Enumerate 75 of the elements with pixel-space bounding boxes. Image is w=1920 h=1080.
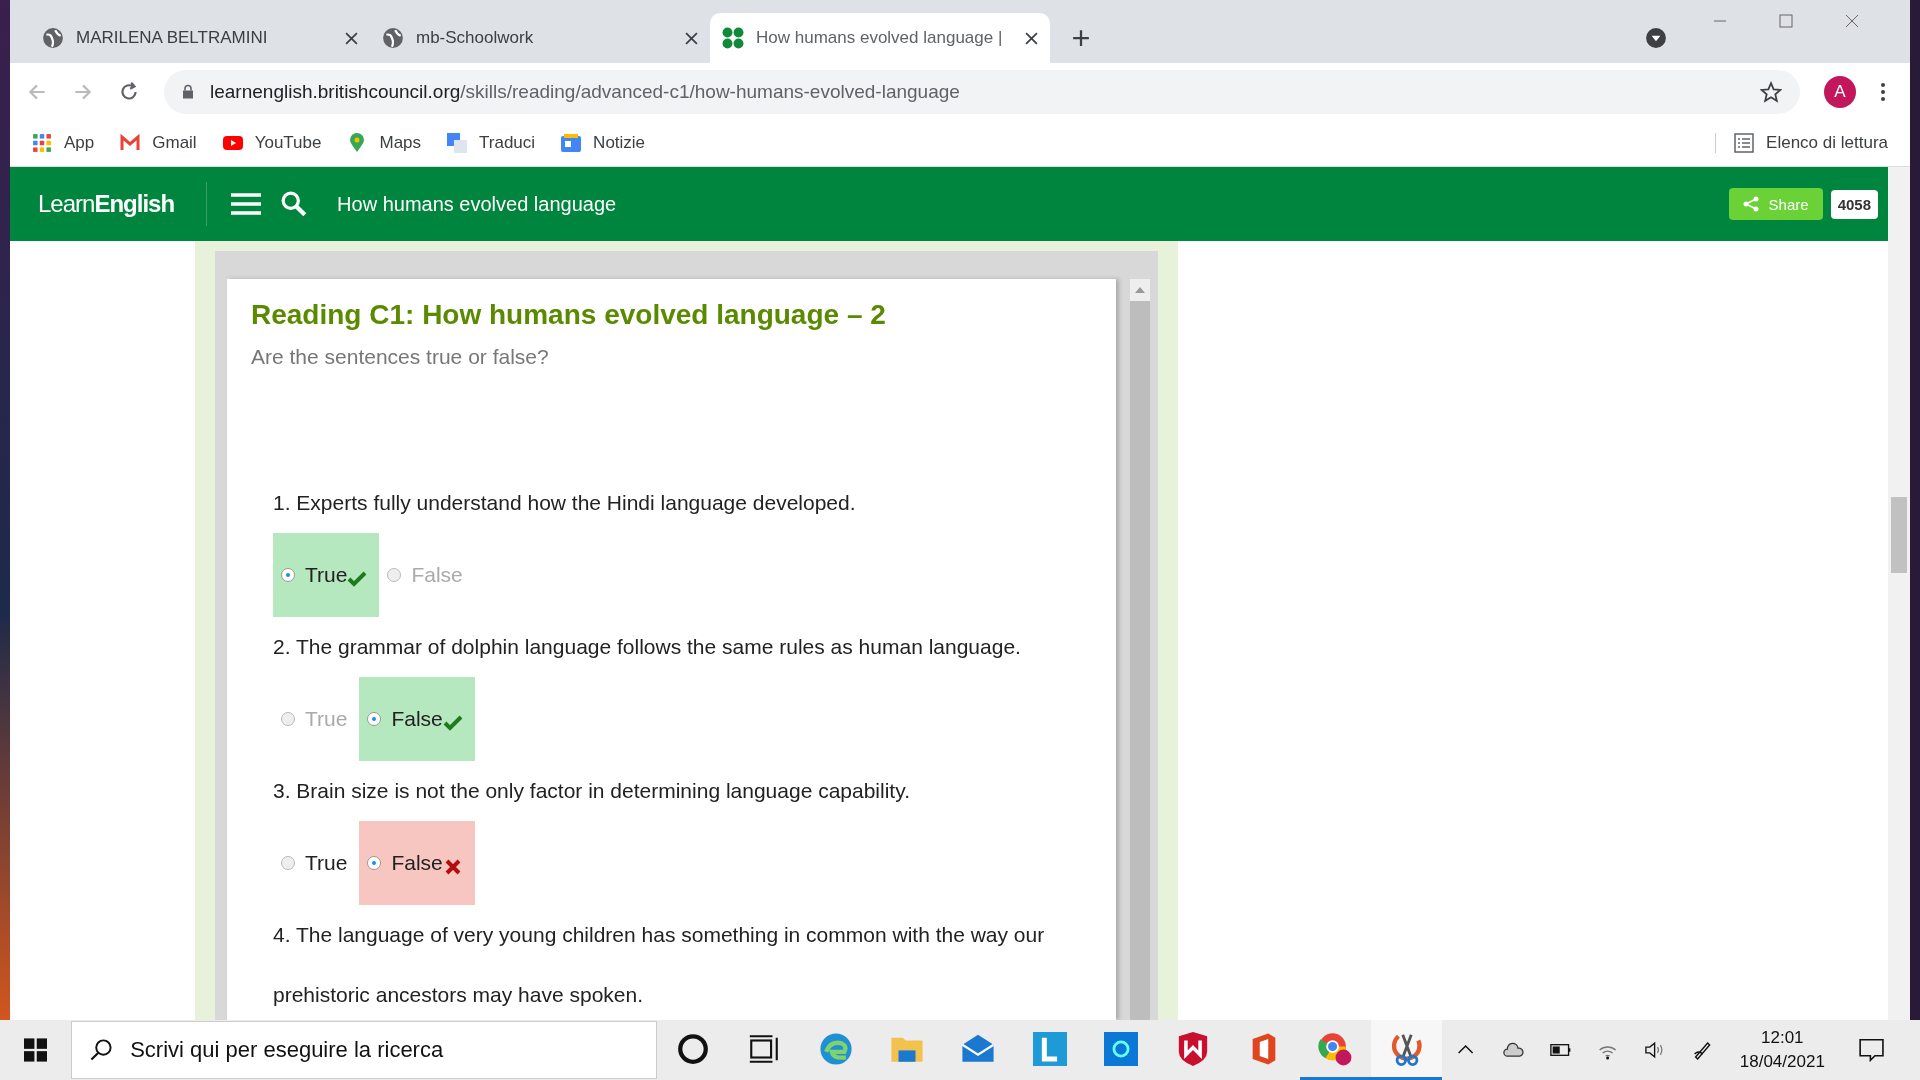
question-text: 1. Experts fully understand how the Hindi language developed. xyxy=(273,490,857,516)
close-icon[interactable] xyxy=(1025,31,1038,45)
bookmark-link[interactable]: YouTube xyxy=(222,133,322,153)
browser-tab[interactable]: How humans evolved language | xyxy=(710,13,1050,63)
translate-icon xyxy=(447,133,468,153)
dropdown-icon[interactable] xyxy=(1645,27,1667,49)
search-icon xyxy=(89,1038,114,1062)
windows-logo-icon[interactable] xyxy=(24,1038,48,1062)
clock-date: 18/04/2021 xyxy=(1739,1052,1825,1072)
bookmark-link[interactable]: Maps xyxy=(347,133,422,153)
address-bar[interactable]: learnenglish.britishcouncil.org/skills/reading/advanced-c1/how-humans-evolved-language xyxy=(164,69,1800,114)
ring-tile-icon xyxy=(1104,1031,1139,1066)
answer-option[interactable]: False xyxy=(359,677,475,761)
bookmark-link[interactable]: Traduci xyxy=(447,133,536,153)
list-icon xyxy=(1734,133,1755,153)
answer-option[interactable]: True xyxy=(273,821,360,905)
plus-icon[interactable] xyxy=(1072,29,1090,47)
tab-title: How humans evolved language | xyxy=(756,28,1004,48)
radio-button[interactable] xyxy=(281,856,295,870)
close-icon[interactable] xyxy=(685,31,698,45)
bookmark-link[interactable]: Notizie xyxy=(561,133,646,153)
menu-icon[interactable] xyxy=(1880,81,1886,102)
question-text: 4. The language of very young children has something in common with the way our prehistoric ancestors may have spoken. xyxy=(273,922,1046,1008)
browser-tab[interactable]: MARILENA BELTRAMINI xyxy=(30,13,370,63)
taskbar-clock[interactable]: 12:01 18/04/2021 xyxy=(1739,1028,1825,1072)
exercise-instruction: Are the sentences true or false? xyxy=(251,345,550,369)
notification-icon[interactable] xyxy=(1858,1038,1884,1062)
page-scrollbar[interactable] xyxy=(1888,167,1910,1020)
share-count: 4058 xyxy=(1830,189,1878,219)
taskbar-search-field[interactable]: Scrivi qui per eseguire la ricerca xyxy=(71,1021,658,1079)
scrollbar-thumb[interactable] xyxy=(1891,497,1907,573)
play-icon xyxy=(222,133,243,153)
star-icon[interactable] xyxy=(1760,80,1782,103)
scrollbar[interactable] xyxy=(1130,279,1150,1020)
share-icon xyxy=(1742,196,1759,212)
url-text: learnenglish.britishcouncil.org/skills/reading/advanced-c1/how-humans-evolved-language xyxy=(210,80,960,103)
profile-avatar[interactable]: A xyxy=(1824,75,1856,108)
tab-title: mb-Schoolwork xyxy=(416,28,535,48)
globe-icon xyxy=(382,27,404,49)
pen-icon[interactable] xyxy=(1691,1040,1713,1060)
bookmark-link[interactable]: Gmail xyxy=(120,133,197,153)
grid-icon xyxy=(32,133,52,153)
letter-tile-icon xyxy=(1032,1031,1067,1066)
menu-icon[interactable] xyxy=(231,192,262,216)
tab-title: MARILENA BELTRAMINI xyxy=(76,28,269,48)
reload-icon[interactable] xyxy=(118,80,140,103)
page-title: How humans evolved language xyxy=(337,192,617,216)
checkmark-icon xyxy=(347,571,368,587)
answer-option[interactable]: False xyxy=(359,821,475,905)
radio-button[interactable] xyxy=(281,568,295,582)
cloud-icon[interactable] xyxy=(1502,1040,1524,1060)
bookmark-link[interactable]: App xyxy=(32,133,95,153)
close-icon[interactable] xyxy=(345,31,358,45)
browser-tab[interactable]: mb-Schoolwork xyxy=(370,13,710,63)
envelope-icon xyxy=(120,133,141,153)
exercise-title: Reading C1: How humans evolved language – 2 xyxy=(251,299,887,331)
search-icon[interactable] xyxy=(281,191,308,217)
newspaper-icon xyxy=(561,133,582,153)
close-icon[interactable] xyxy=(1844,12,1860,29)
scroll-up-icon[interactable] xyxy=(1135,287,1146,293)
globe-icon xyxy=(42,27,64,49)
question-text: 3. Brain size is not the only factor in determining language capability. xyxy=(273,778,911,804)
checkmark-icon xyxy=(442,715,463,731)
circle-icon xyxy=(675,1031,710,1066)
question-text: 2. The grammar of dolphin language follows the same rules as human language. xyxy=(273,634,1022,660)
wave-circle-icon xyxy=(818,1031,853,1066)
browser-profile-icon xyxy=(1318,1031,1353,1066)
clock-time: 12:01 xyxy=(1761,1028,1804,1048)
answer-option[interactable]: True xyxy=(273,533,380,617)
reading-list-button[interactable]: Elenco di lettura xyxy=(1715,133,1888,153)
four-dots-icon xyxy=(722,27,744,49)
lock-icon xyxy=(182,84,194,99)
radio-button[interactable] xyxy=(367,712,382,726)
radio-button[interactable] xyxy=(367,856,382,870)
site-logo[interactable]: LearnEnglish xyxy=(38,190,175,218)
